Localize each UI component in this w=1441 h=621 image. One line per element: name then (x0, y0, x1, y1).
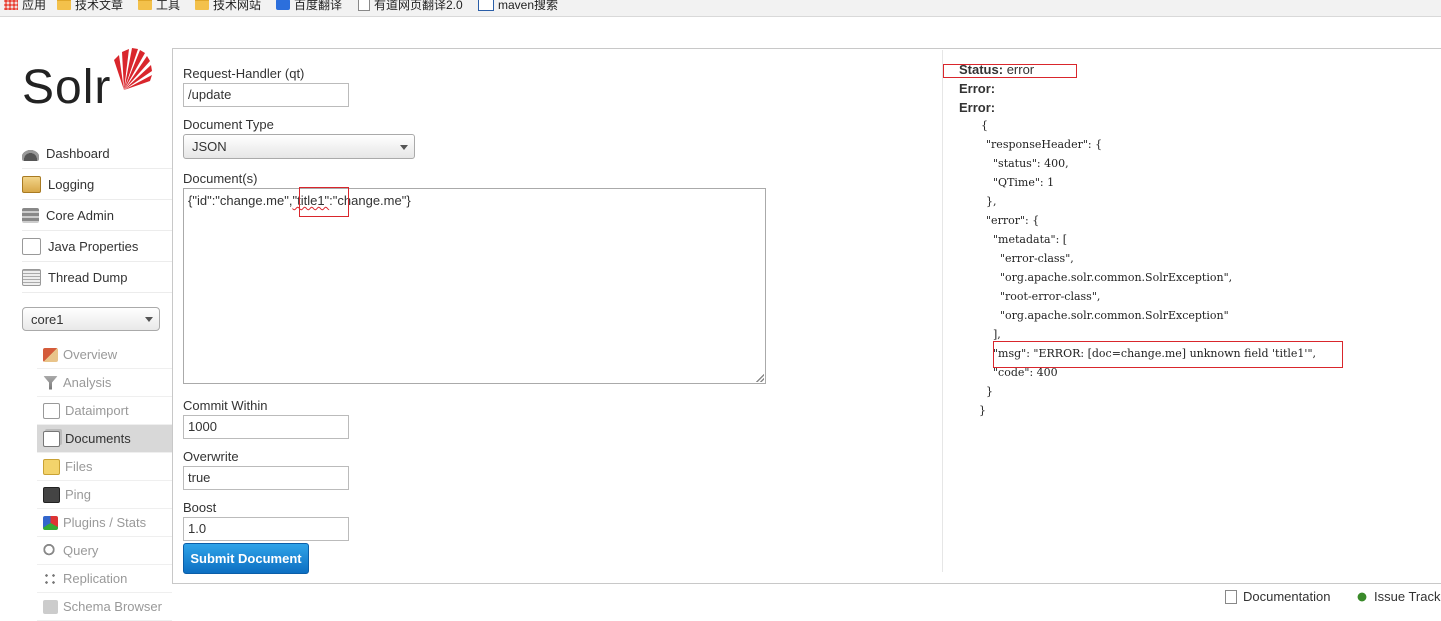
folder-icon (138, 0, 152, 10)
bookmark-tech-sites[interactable]: 技术网站 (195, 0, 261, 13)
json-line: "metadata": [ (979, 233, 1068, 246)
json-line: "root-error-class", (979, 290, 1101, 303)
error-label: Error: (959, 81, 996, 96)
nav-item-java-properties[interactable]: Java Properties (22, 231, 172, 262)
baidu-translate-icon (276, 0, 290, 10)
commit-within-label: Commit Within (183, 398, 268, 413)
core-nav-item-schema-browser[interactable]: Schema Browser (37, 593, 172, 621)
core-selector[interactable]: core1 (22, 307, 160, 331)
core-nav-item-replication[interactable]: Replication (37, 565, 172, 593)
core-nav: Overview Analysis Dataimport Documents F… (37, 341, 172, 621)
boost-label: Boost (183, 500, 217, 515)
panel-divider (942, 50, 943, 572)
folder-icon (57, 0, 71, 10)
bookmark-apps[interactable]: 应用 (4, 0, 46, 13)
core-nav-item-dataimport[interactable]: Dataimport (37, 397, 172, 425)
bookmark-baidu-translate[interactable]: 百度翻译 (276, 0, 342, 13)
solr-logo[interactable]: Solr (22, 46, 157, 116)
nav-item-core-admin[interactable]: Core Admin (22, 200, 172, 231)
resize-handle-icon[interactable] (756, 374, 764, 382)
commit-within-input[interactable]: 1000 (183, 415, 349, 439)
maven-icon (478, 0, 494, 11)
document-type-label: Document Type (183, 117, 274, 132)
json-line: }, (979, 195, 997, 208)
schema-icon (43, 599, 58, 614)
nav-item-dashboard[interactable]: Dashboard (22, 138, 172, 169)
issue-tracker-link[interactable]: Issue Track (1356, 587, 1440, 606)
documents-textarea[interactable]: {"id":"change.me","title1":"change.me"} (183, 188, 766, 384)
json-line: "org.apache.solr.common.SolrException", (979, 271, 1233, 284)
folder-icon (195, 0, 209, 10)
json-line: "QTime": 1 (979, 176, 1055, 189)
json-line: "error": { (979, 214, 1040, 227)
page-icon (358, 0, 370, 11)
bookmark-tools[interactable]: 工具 (138, 0, 180, 13)
json-line: } (979, 404, 986, 417)
json-line: "org.apache.solr.common.SolrException" (979, 309, 1229, 322)
replication-icon (43, 571, 58, 586)
json-line: "status": 400, (979, 157, 1069, 170)
error-msg-highlight (993, 341, 1343, 368)
nav-item-thread-dump[interactable]: Thread Dump (22, 262, 172, 293)
bug-icon (1356, 589, 1368, 604)
files-icon (43, 458, 60, 475)
request-handler-label: Request-Handler (qt) (183, 66, 305, 81)
core-admin-icon (22, 207, 39, 223)
boost-input[interactable]: 1.0 (183, 517, 349, 541)
core-nav-item-documents[interactable]: Documents (37, 425, 172, 453)
core-nav-item-analysis[interactable]: Analysis (37, 369, 172, 397)
documentation-link[interactable]: Documentation (1225, 587, 1330, 606)
bookmark-tech-articles[interactable]: 技术文章 (57, 0, 123, 13)
java-properties-icon (22, 237, 41, 255)
error-label: Error: (959, 100, 996, 115)
overwrite-input[interactable]: true (183, 466, 349, 490)
request-handler-input[interactable]: /update (183, 83, 349, 107)
overview-icon (43, 347, 58, 362)
json-line: "responseHeader": { (979, 138, 1103, 151)
plugins-icon (43, 515, 58, 530)
document-icon (1225, 589, 1237, 604)
json-line: { (981, 119, 988, 132)
status-highlight (943, 64, 1077, 78)
dataimport-icon (43, 402, 60, 419)
core-nav-item-plugins-stats[interactable]: Plugins / Stats (37, 509, 172, 537)
core-nav-item-files[interactable]: Files (37, 453, 172, 481)
submit-document-button[interactable]: Submit Document (183, 543, 309, 574)
logging-icon (22, 175, 41, 193)
documents-label: Document(s) (183, 171, 258, 186)
json-line: } (979, 385, 993, 398)
chevron-down-icon (400, 145, 408, 150)
json-line: "error-class", (979, 252, 1074, 265)
title-field-highlight (299, 187, 349, 217)
main-nav: Dashboard Logging Core Admin Java Proper… (22, 138, 172, 293)
thread-dump-icon (22, 268, 41, 286)
apps-grid-icon (4, 0, 18, 10)
bookmark-maven[interactable]: maven搜索 (478, 0, 558, 13)
core-nav-item-ping[interactable]: Ping (37, 481, 172, 509)
solr-sunburst-icon (114, 48, 152, 90)
bookmark-youdao[interactable]: 有道网页翻译2.0 (358, 0, 463, 13)
core-nav-item-query[interactable]: Query (37, 537, 172, 565)
chevron-down-icon (145, 317, 153, 322)
documents-icon (43, 430, 60, 447)
overwrite-label: Overwrite (183, 449, 239, 464)
dashboard-icon (22, 145, 39, 161)
core-nav-item-overview[interactable]: Overview (37, 341, 172, 369)
analysis-icon (43, 375, 58, 390)
ping-icon (43, 486, 60, 503)
query-icon (43, 543, 58, 558)
nav-item-logging[interactable]: Logging (22, 169, 172, 200)
bookmarks-bar: 应用 技术文章 工具 技术网站 百度翻译 有道网页翻译2.0 maven搜索 (0, 0, 1441, 17)
document-type-select[interactable]: JSON (183, 134, 415, 159)
